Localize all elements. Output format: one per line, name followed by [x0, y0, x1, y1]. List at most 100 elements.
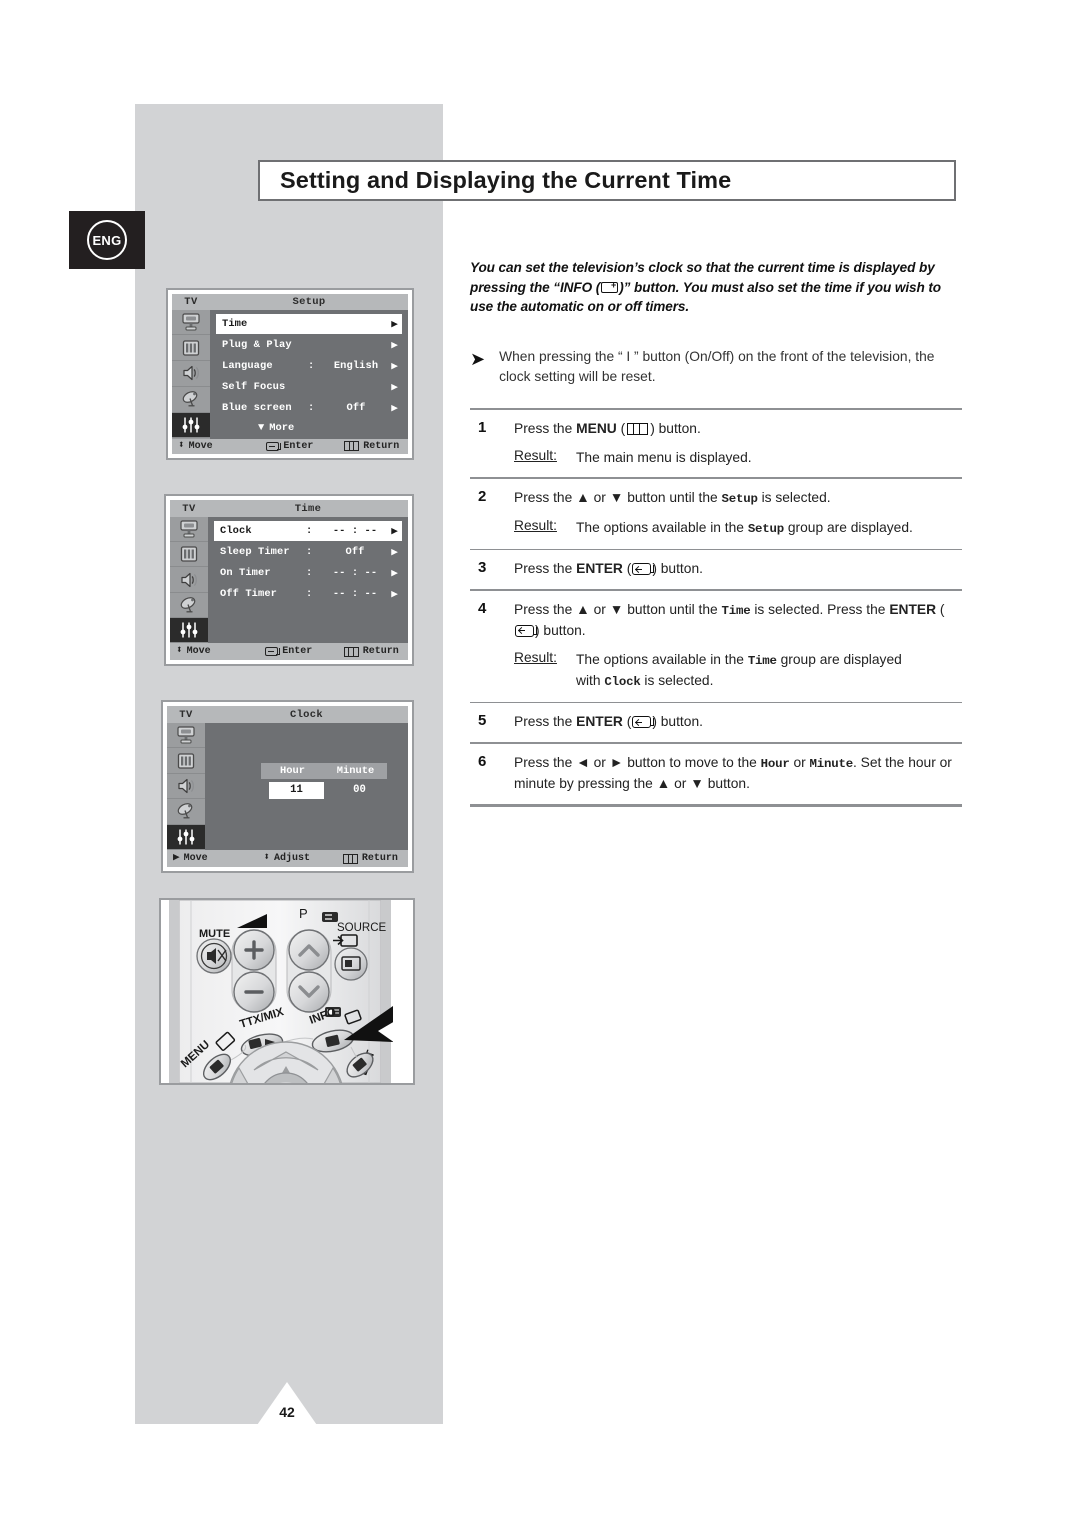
osd-time-list: Clock : -- : -- ▶ Sleep Timer : Off ▶ On… [208, 517, 408, 643]
result-mono-term: Time [747, 653, 777, 668]
picture-tube-icon[interactable] [172, 310, 210, 336]
satellite-dish-icon[interactable] [172, 387, 210, 413]
step-instruction: Press the MENU () button. [514, 421, 701, 437]
chevron-right-icon: ▶ [391, 547, 398, 559]
result-label: Result: [514, 649, 557, 665]
osd-clock-content: Hour Minute 11 00 [205, 723, 408, 850]
picture-tube-icon[interactable] [170, 517, 208, 543]
chevron-right-icon: ▶ [391, 339, 398, 352]
osd-row-value: -- : -- [332, 567, 378, 579]
result-text: The main menu is displayed. [576, 450, 752, 466]
picture-tube-icon[interactable] [167, 723, 205, 749]
picture-bars-icon[interactable] [170, 542, 208, 568]
osd-row-sleep-timer[interactable]: Sleep Timer : Off ▶ [214, 542, 402, 562]
result-text: The options available in the Setup group… [576, 518, 913, 539]
right-arrow-icon: ▶ [173, 852, 180, 864]
step-result: Result: The options available in the Tim… [514, 650, 962, 692]
chevron-right-icon: ▶ [391, 360, 398, 373]
osd-row-self-focus[interactable]: Self Focus ▶ [216, 377, 402, 397]
svg-text:MUTE: MUTE [199, 928, 230, 940]
osd-row-clock[interactable]: Clock : -- : -- ▶ [214, 521, 402, 541]
step-instruction: Press the ENTER () button. [514, 714, 703, 730]
setup-sliders-icon[interactable] [170, 617, 208, 644]
step-text-before: Press the [514, 714, 577, 730]
step-4: 4 Press the ▲ or ▼ button until the Time… [470, 591, 962, 702]
osd-row-value: English [333, 359, 379, 372]
setup-sliders-icon[interactable] [172, 412, 210, 439]
osd-footer-enter-label: Enter [283, 440, 314, 452]
clock-value-row: 11 00 [261, 782, 387, 799]
svg-text:SOURCE: SOURCE [337, 922, 387, 934]
chevron-right-icon: ▶ [391, 526, 398, 538]
osd-more-row[interactable]: ▼ More [216, 419, 402, 437]
step-mono-term-b: Minute [809, 757, 854, 772]
step-keyword: ENTER [889, 601, 937, 617]
osd-clock-titlebar: TV Clock [167, 706, 408, 723]
chevron-right-icon: ▶ [391, 589, 398, 601]
setup-sliders-icon[interactable] [167, 824, 205, 851]
osd-row-off-timer[interactable]: Off Timer : -- : -- ▶ [214, 584, 402, 604]
note-text: When pressing the “ I ” button (On/Off) … [499, 348, 935, 385]
speaker-icon[interactable] [172, 361, 210, 387]
chevron-right-icon: ▶ [391, 568, 398, 580]
step-keyword: ENTER [576, 561, 623, 577]
note-callout: ➤ When pressing the “ I ” button (On/Off… [470, 347, 962, 388]
picture-bars-icon[interactable] [167, 748, 205, 774]
step-instruction: Press the ▲ or ▼ button until the Time i… [514, 601, 945, 638]
result-line2-pre: with [576, 672, 605, 688]
osd-row-time[interactable]: Time ▶ [216, 313, 402, 334]
osd-row-colon: : [308, 401, 315, 414]
step-number: 3 [478, 559, 487, 577]
step-text-mid: or [789, 755, 810, 771]
clock-hour-value[interactable]: 11 [269, 782, 324, 799]
osd-row-label: Clock [220, 525, 252, 537]
svg-text:P: P [299, 906, 308, 921]
page-number-badge: 42 [255, 1382, 319, 1428]
osd-footer-adjust-label: Adjust [274, 853, 311, 864]
osd-footer-return-label: Return [363, 440, 400, 452]
osd-setup-list: Time ▶ Plug & Play ▶ Language : English … [210, 309, 408, 439]
result-label: Result: [514, 448, 557, 464]
steps-bottom-rule [470, 804, 962, 807]
osd-row-value: -- : -- [332, 588, 378, 600]
osd-row-colon: : [306, 567, 313, 579]
step-number: 1 [478, 419, 487, 437]
osd-row-colon: : [308, 359, 315, 372]
osd-row-plug-and-play[interactable]: Plug & Play ▶ [216, 335, 402, 355]
osd-row-language[interactable]: Language : English ▶ [216, 356, 402, 376]
result-line2-mono: Clock [604, 674, 641, 689]
steps-list: 1 Press the MENU () button. Result: The … [470, 407, 962, 807]
step-6: 6 Press the ◄ or ► button to move to the… [470, 744, 962, 804]
speaker-icon[interactable] [167, 774, 205, 800]
osd-time-titlebar: TV Time [170, 500, 408, 517]
speaker-icon[interactable] [170, 567, 208, 593]
osd-row-label: Plug & Play [222, 338, 292, 351]
satellite-dish-icon[interactable] [167, 799, 205, 825]
clock-minute-value[interactable]: 00 [332, 782, 387, 799]
picture-bars-icon[interactable] [172, 335, 210, 362]
remote-control-illustration: MUTE P SOURCE TTX/MIX MENU INFO [159, 898, 415, 1085]
step-result: Result: The options available in the Set… [514, 518, 962, 539]
up-down-arrows-icon: ⬍ [178, 439, 185, 452]
osd-row-label: Language [222, 359, 273, 372]
result-text-post: group are displayed. [784, 519, 913, 535]
osd-row-blue-screen[interactable]: Blue screen : Off ▶ [216, 398, 402, 418]
osd-row-value: -- : -- [332, 525, 378, 537]
step-number: 6 [478, 753, 487, 771]
osd-footer-move-label: Move [183, 853, 208, 864]
result-text-pre: The options available in the [576, 519, 748, 535]
osd-row-label: Blue screen [222, 401, 292, 414]
step-mono-term-a: Hour [760, 757, 790, 772]
chevron-down-icon: ▼ [258, 421, 265, 434]
chevron-right-icon: ▶ [391, 381, 398, 394]
enter-button-icon [632, 563, 654, 576]
result-text-post: group are displayed [776, 651, 902, 667]
step-text-after: is selected. [757, 489, 831, 505]
step-number: 2 [478, 487, 487, 505]
step-text-after: ) button. [535, 622, 586, 638]
osd-clock-footer: ▶ Move ⬍ Adjust Return [167, 850, 408, 867]
satellite-dish-icon[interactable] [170, 593, 208, 618]
osd-time-sidebar [170, 517, 208, 644]
osd-row-on-timer[interactable]: On Timer : -- : -- ▶ [214, 563, 402, 583]
menu-key-icon [344, 441, 360, 452]
